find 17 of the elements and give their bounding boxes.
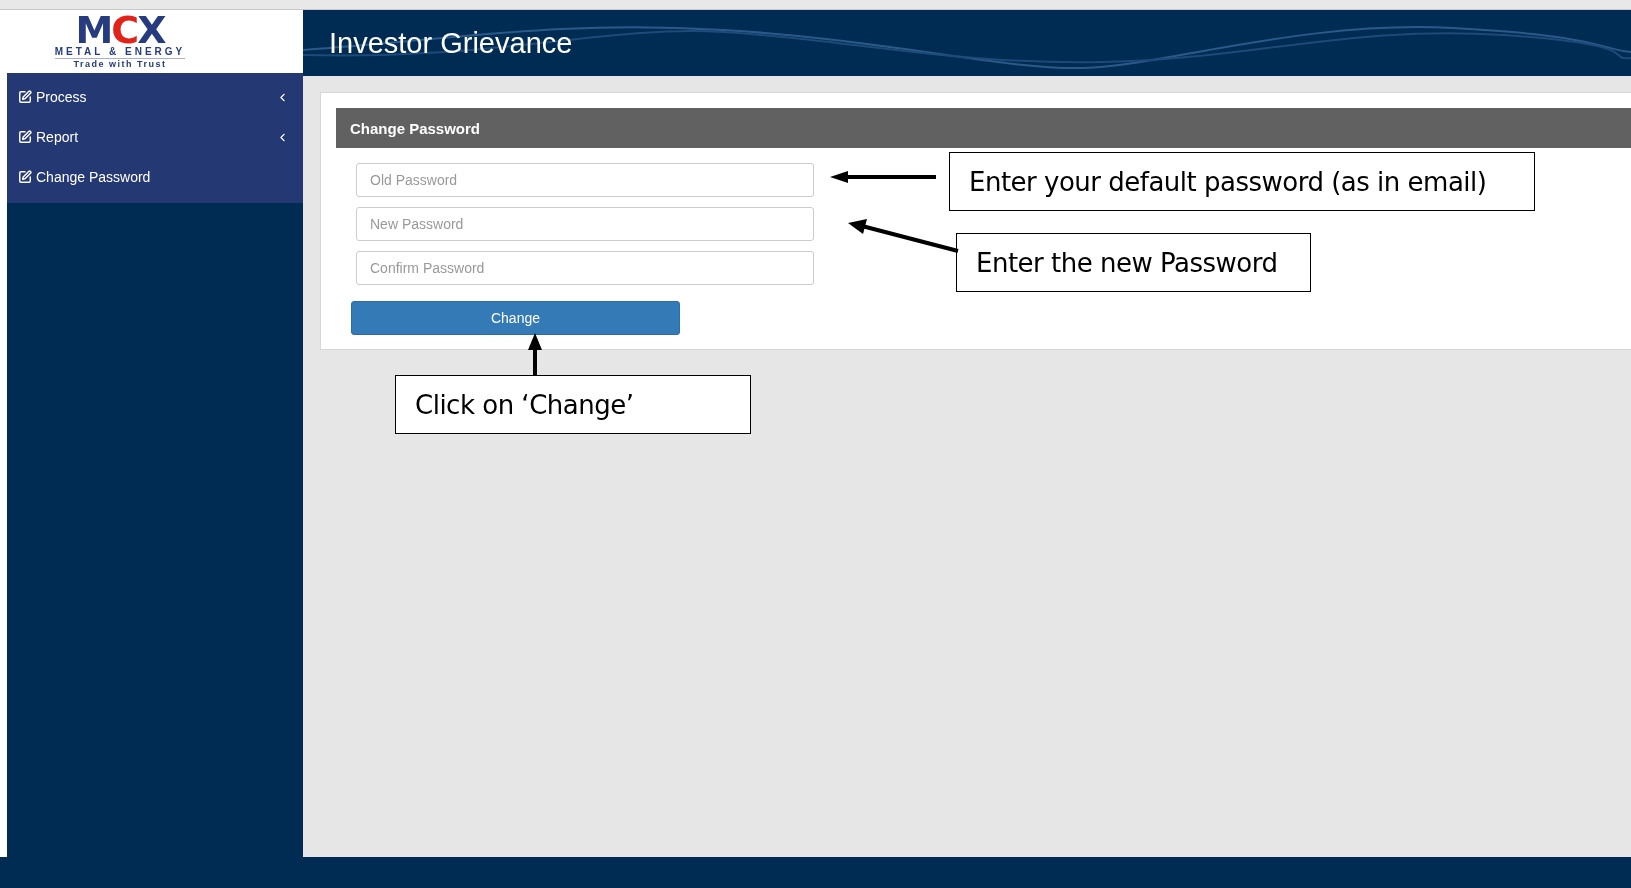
callout: Enter the new Password	[956, 233, 1311, 292]
arrow	[528, 333, 542, 375]
sidebar-item[interactable]: Report	[7, 117, 303, 157]
edit-icon	[18, 90, 32, 104]
logo: MCX METAL & ENERGY Trade with Trust	[7, 10, 303, 73]
password-field[interactable]: Old Password	[356, 163, 814, 197]
sidebar-item[interactable]: Change Password	[7, 157, 303, 197]
callout: Enter your default password (as in email)	[949, 152, 1535, 211]
sidebar-item[interactable]: Process	[7, 77, 303, 117]
edit-icon	[18, 170, 32, 184]
panel-title: Change Password	[336, 108, 1631, 148]
edit-icon	[18, 130, 32, 144]
page-title: Investor Grievance	[329, 26, 573, 60]
callout: Click on ‘Change’	[395, 375, 751, 434]
change-button[interactable]: Change	[351, 301, 680, 335]
password-field[interactable]: Confirm Password	[356, 251, 814, 285]
password-field[interactable]: New Password	[356, 207, 814, 241]
